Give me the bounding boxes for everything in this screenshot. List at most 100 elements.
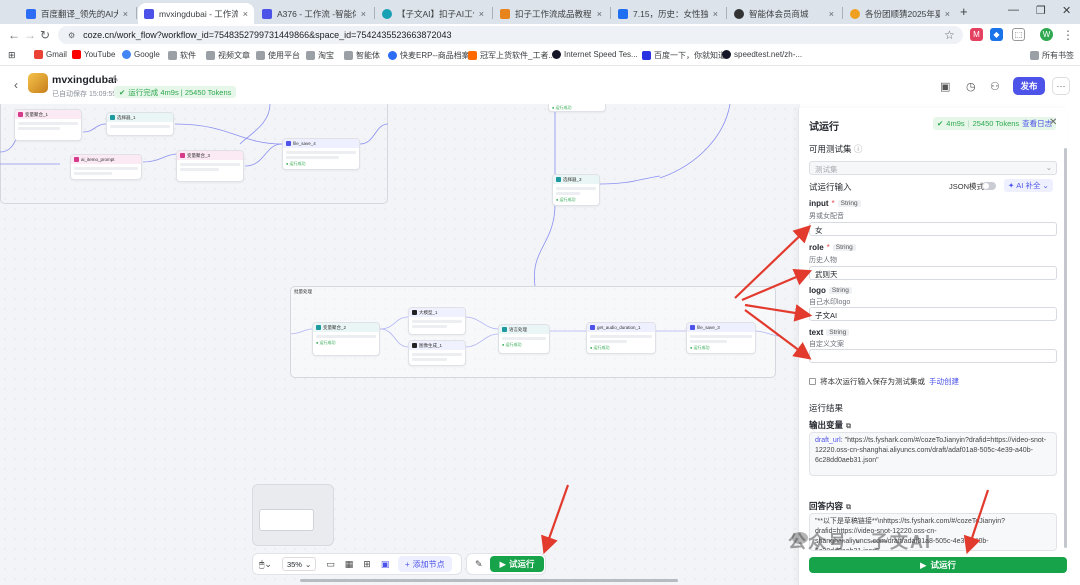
debug-icon[interactable]: ✎ <box>475 559 483 570</box>
workflow-canvas[interactable]: 变量聚合_1 选择器_1 ai_itemo_prompt 变量聚合_3 file… <box>0 104 800 585</box>
workflow-node[interactable]: 变量聚合_2 ● 运行成功 <box>312 322 380 356</box>
text-field[interactable] <box>809 349 1057 363</box>
zoom-select[interactable]: 35% ⌄ <box>281 557 317 571</box>
workflow-node[interactable]: ai_itemo_prompt <box>70 154 142 180</box>
resources-icon[interactable]: ▣ <box>940 80 950 93</box>
workflow-node[interactable]: 语言处理 ● 运行成功 <box>498 324 550 354</box>
copy-icon[interactable]: ⧉ <box>846 423 851 430</box>
bookmark-speedtest-zh[interactable]: speedtest.net/zh-... <box>722 50 802 59</box>
back-icon[interactable]: ← <box>8 28 20 42</box>
bookmark-label: 智能体 <box>356 51 380 60</box>
workflow-node[interactable]: ● 运行成功 <box>548 104 606 112</box>
workflow-node[interactable]: file_save_3 ● 运行成功 <box>686 322 756 354</box>
minimize-icon[interactable]: — <box>1008 4 1019 16</box>
bookmark-erp[interactable]: 快麦ERP--商品档案 <box>388 50 470 61</box>
new-tab-icon[interactable]: + <box>960 4 968 19</box>
horizontal-scrollbar[interactable] <box>300 579 678 582</box>
testset-select[interactable]: 测试集 ⌄ <box>809 161 1057 175</box>
role-field[interactable]: 武则天 <box>809 266 1057 280</box>
close-icon[interactable]: × <box>479 9 484 19</box>
mouse-mode-icon[interactable]: 🖱︎⌄ <box>259 559 272 570</box>
bookmark-gmail[interactable]: Gmail <box>34 50 67 59</box>
minimap-toggle-icon[interactable]: ▣ <box>381 559 390 570</box>
all-bookmarks[interactable]: 所有书签 <box>1030 50 1074 61</box>
manual-create-link[interactable]: 手动创建 <box>929 376 959 387</box>
history-icon[interactable]: ◷ <box>966 80 976 93</box>
bookmark-folder[interactable]: 视频文章 <box>206 50 250 61</box>
bookmark-folder[interactable]: 使用平台 <box>256 50 300 61</box>
publish-button[interactable]: 发布 <box>1013 77 1045 95</box>
workflow-node[interactable]: 选择器_3 ● 运行成功 <box>552 174 600 206</box>
bookmark-baidu[interactable]: 百度一下，你就知道 <box>642 50 726 61</box>
comment-icon[interactable]: ▭ <box>326 559 335 570</box>
extensions-puzzle-icon[interactable]: ⬚ <box>1012 28 1025 41</box>
extension-icon[interactable]: M <box>970 28 983 41</box>
apps-grid-icon[interactable]: ⊞ <box>8 50 16 61</box>
close-icon[interactable]: × <box>361 9 366 19</box>
bookmark-folder[interactable]: 智能体 <box>344 50 380 61</box>
workflow-node[interactable]: get_audio_duration_1 ● 运行成功 <box>586 322 656 354</box>
profile-avatar[interactable]: W <box>1040 28 1053 41</box>
vertical-scrollbar[interactable] <box>1064 148 1067 548</box>
input-field[interactable]: 女 <box>809 222 1057 236</box>
bookmark-youtube[interactable]: YouTube <box>72 50 115 59</box>
browser-tab-4[interactable]: 【子文AI】扣子AI工作流 × <box>376 3 490 24</box>
browser-menu-icon[interactable]: ⋮ <box>1062 28 1074 42</box>
minimap[interactable] <box>252 484 334 546</box>
edit-icon[interactable]: ✎ <box>112 75 119 84</box>
save-as-testset-checkbox[interactable]: 将本次运行输入保存为测试集或 手动创建 <box>809 376 959 387</box>
forward-icon[interactable]: → <box>24 28 36 42</box>
json-mode-toggle[interactable] <box>982 182 996 190</box>
grid-icon[interactable]: ⊞ <box>363 559 371 570</box>
workflow-node[interactable]: 变量聚合_3 <box>176 150 244 182</box>
test-run-button[interactable]: ▶ 试运行 <box>490 556 544 572</box>
browser-tab-2[interactable]: mvxingdubai - 工作流 - 扣 × <box>138 3 254 24</box>
edge <box>142 153 179 163</box>
browser-tab-8[interactable]: 各份团顺猜2025年夏年 × <box>844 3 956 24</box>
browser-tab-1[interactable]: 百度翻译_领先的AI大模型翻译 × <box>20 3 134 24</box>
close-icon[interactable]: × <box>713 9 718 19</box>
restore-icon[interactable]: ❐ <box>1036 4 1046 17</box>
close-icon[interactable]: × <box>945 9 950 19</box>
close-icon[interactable]: × <box>829 9 834 19</box>
browser-tab-3[interactable]: A376 - 工作流 -智能体平 × <box>256 3 372 24</box>
bookmark-google[interactable]: Google <box>122 50 160 59</box>
copy-icon[interactable]: ⧉ <box>846 504 851 511</box>
checkbox-icon[interactable] <box>809 378 816 385</box>
more-options-icon[interactable]: ··· <box>1052 77 1070 95</box>
bookmark-speedtest[interactable]: Internet Speed Tes... <box>552 50 638 59</box>
close-icon[interactable]: ✕ <box>1049 117 1057 128</box>
workflow-node[interactable]: 图像生成_1 <box>408 340 466 366</box>
layout-icon[interactable]: ▦ <box>345 559 354 570</box>
workflow-avatar <box>28 73 48 93</box>
logo-field[interactable]: 子文AI <box>809 307 1057 321</box>
close-icon[interactable]: × <box>597 9 602 19</box>
workflow-node[interactable]: 变量聚合_1 <box>14 109 82 141</box>
collaborators-icon[interactable]: ⚇ <box>990 80 1000 93</box>
minimap-viewport[interactable] <box>259 509 314 531</box>
gmail-icon <box>34 50 43 59</box>
browser-tab-7[interactable]: 智能体会员商城 × <box>728 3 840 24</box>
bookmark-champion[interactable]: 冠军上货软件_工者... <box>468 50 555 61</box>
browser-tab-6[interactable]: 7.15，历史：女性独白历 × <box>612 3 724 24</box>
extension-shield-icon[interactable]: ◆ <box>990 28 1003 41</box>
workflow-node[interactable]: 大模型_1 <box>408 307 466 335</box>
site-info-icon[interactable]: ⚙ <box>68 31 75 40</box>
url-field[interactable]: ⚙ coze.cn/work_flow?workflow_id=75483527… <box>58 26 963 44</box>
reload-icon[interactable]: ↻ <box>40 28 50 42</box>
view-log-link[interactable]: 查看日志 <box>1022 118 1052 129</box>
close-icon[interactable]: × <box>123 9 128 19</box>
bookmark-folder[interactable]: 淘宝 <box>306 50 334 61</box>
close-window-icon[interactable]: ✕ <box>1062 4 1071 17</box>
bookmark-star-icon[interactable]: ☆ <box>944 28 955 42</box>
ai-fill-button[interactable]: ✦ AI 补全 ⌄ <box>1004 179 1053 192</box>
browser-tab-5[interactable]: 扣子工作流成品教程 - 飞 × <box>494 3 608 24</box>
workflow-node[interactable]: file_save_4 ● 运行成功 <box>282 138 360 170</box>
node-title: 图像生成_1 <box>419 342 443 348</box>
bookmark-folder[interactable]: 软件 <box>168 50 196 61</box>
workflow-node[interactable]: 选择器_1 <box>106 112 174 136</box>
back-arrow-icon[interactable]: ‹ <box>14 78 18 92</box>
close-icon[interactable]: × <box>243 9 248 19</box>
panel-test-run-button[interactable]: ▶ 试运行 <box>809 557 1067 573</box>
add-node-button[interactable]: + 添加节点 <box>398 556 452 572</box>
